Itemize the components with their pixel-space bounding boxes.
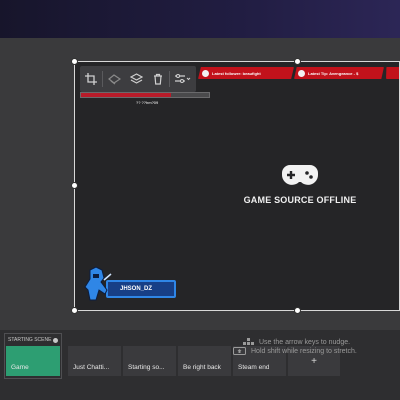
- add-scene-label: +: [311, 355, 317, 367]
- nudge-tip-text: Use the arrow keys to nudge.: [259, 338, 351, 346]
- resize-handle-bottom-left[interactable]: [71, 307, 78, 314]
- latest-follower-alert[interactable]: Latest follower: beaufight: [198, 67, 294, 79]
- filters-button[interactable]: [103, 66, 125, 92]
- arrow-keys-icon: [243, 338, 254, 345]
- logo-text: JHSON_DZ: [120, 286, 153, 292]
- scene-label: Starting so...: [128, 364, 165, 371]
- stretch-tip-text: Hold shift while resizing to stretch.: [251, 347, 357, 355]
- adjust-settings-button[interactable]: [170, 66, 196, 92]
- game-source-offline-placeholder: GAME SOURCE OFFLINE: [240, 163, 360, 205]
- delete-source-button[interactable]: [147, 66, 169, 92]
- tip-avatar: [298, 69, 305, 77]
- layers-icon: [129, 73, 143, 84]
- latest-tip-alert[interactable]: Latest Tip: Avengeance - $: [294, 67, 384, 79]
- starting-scene-label: STARTING SCENE: [8, 337, 59, 343]
- follower-avatar: [202, 69, 209, 77]
- offline-title: GAME SOURCE OFFLINE: [243, 195, 357, 205]
- scene-label: Just Chatti...: [73, 364, 110, 371]
- resize-handle-bottom[interactable]: [294, 307, 301, 314]
- health-bar-name: ?? ??hm?09: [136, 100, 159, 105]
- mascot-figure-icon: [84, 266, 112, 301]
- resize-handle-top-left[interactable]: [71, 58, 78, 65]
- health-bar-widget[interactable]: [80, 92, 210, 98]
- scene-label: Game: [11, 364, 29, 371]
- scene-starting-soon[interactable]: Starting so...: [123, 346, 176, 376]
- adjust-icon: [175, 74, 191, 83]
- crop-button[interactable]: [80, 66, 102, 92]
- streamer-logo-widget[interactable]: JHSON_DZ: [82, 266, 178, 302]
- gamepad-icon: [282, 165, 318, 185]
- filter-icon: [107, 74, 121, 85]
- logo-panel: JHSON_DZ: [106, 280, 176, 298]
- latest-tip-text: Latest Tip: Avengeance - $: [308, 70, 359, 76]
- health-bar-fill: [81, 93, 171, 97]
- scene-just-chatting[interactable]: Just Chatti...: [68, 346, 121, 376]
- scene-be-right-back[interactable]: Be right back: [178, 346, 231, 376]
- scene-label: Steam end: [238, 364, 270, 371]
- crop-icon: [85, 73, 97, 85]
- resize-handle-left[interactable]: [71, 182, 78, 189]
- latest-follower-text: Latest follower: beaufight: [212, 70, 261, 76]
- starting-scene-header: STARTING SCENE: [8, 337, 52, 343]
- resize-handle-top[interactable]: [294, 58, 301, 65]
- source-toolbar: [80, 66, 196, 92]
- shift-key-icon: [233, 347, 246, 355]
- trash-icon: [154, 73, 162, 85]
- layers-button[interactable]: [125, 66, 147, 92]
- scene-game[interactable]: Game: [6, 346, 60, 376]
- nudge-tip: Use the arrow keys to nudge.: [243, 338, 350, 346]
- scene-label: Be right back: [183, 364, 221, 371]
- info-icon[interactable]: [53, 337, 59, 343]
- alert-widget-3[interactable]: [386, 67, 400, 79]
- top-banner: [0, 0, 400, 38]
- stretch-tip: Hold shift while resizing to stretch.: [233, 347, 357, 355]
